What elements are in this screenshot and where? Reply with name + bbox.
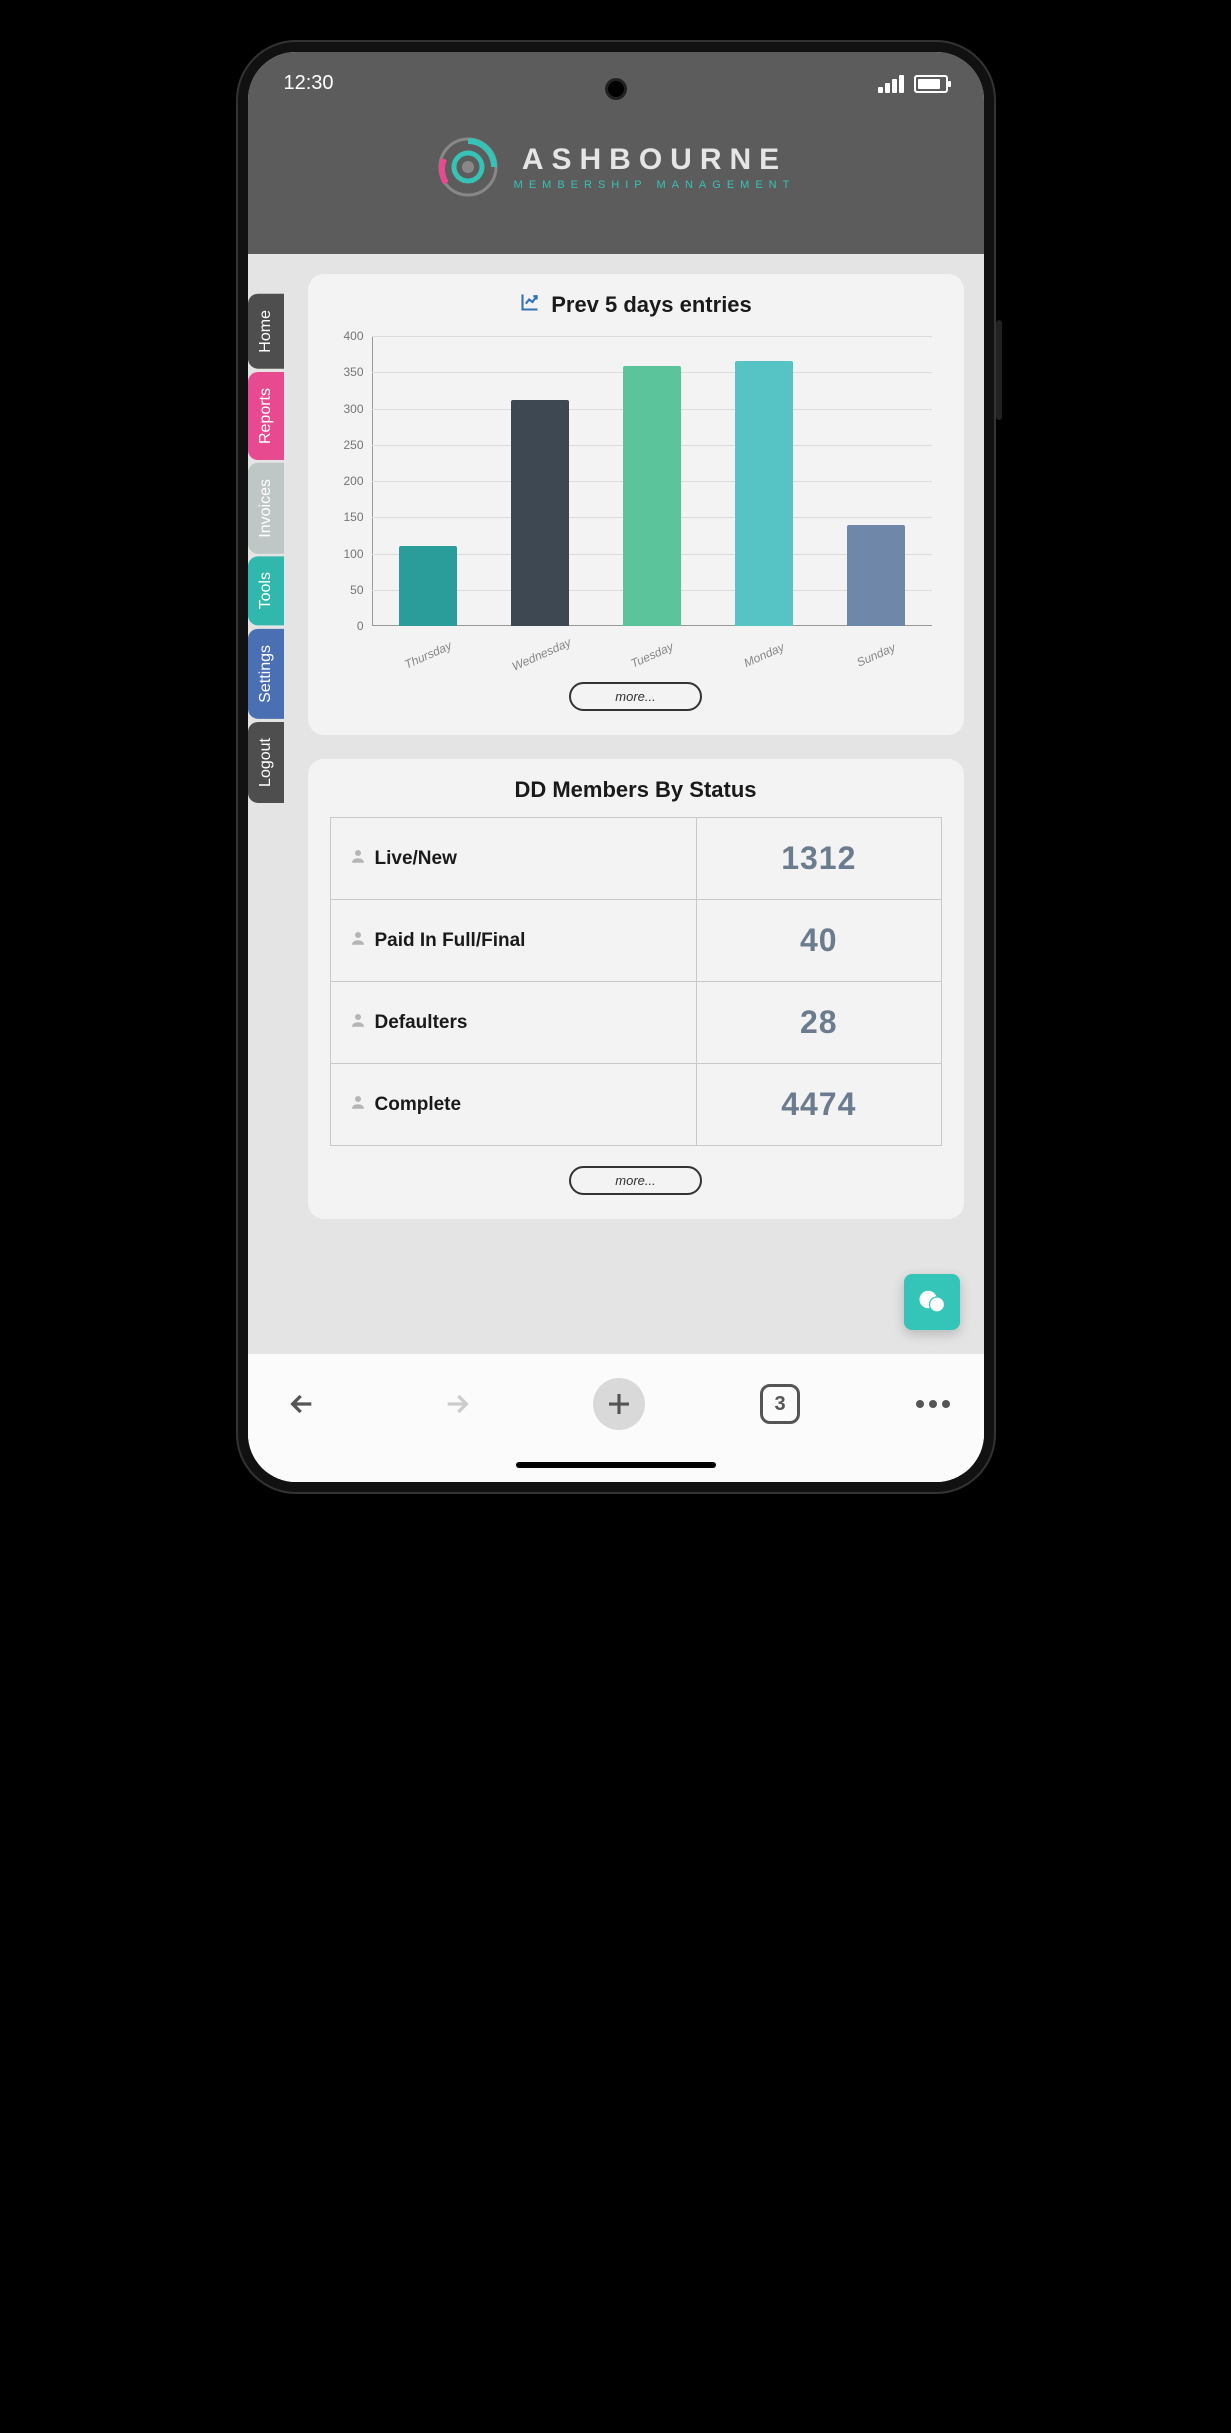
y-tick: 50 [350,583,363,597]
bar [735,361,793,626]
bar [399,546,457,626]
brand-name: ASHBOURNE [514,143,796,177]
signal-icon [878,75,904,93]
sidebar-item-settings[interactable]: Settings [248,629,284,719]
y-tick: 350 [343,365,363,379]
x-label: Wednesday [509,636,570,673]
table-row: Complete 4474 [330,1064,941,1146]
x-label: Sunday [845,636,906,673]
y-tick: 250 [343,438,363,452]
table-row: Live/New 1312 [330,818,941,900]
brand-tagline: MEMBERSHIP MANAGEMENT [514,179,796,191]
home-indicator [248,1448,984,1482]
y-tick: 300 [343,402,363,416]
status-label: Complete [375,1094,462,1116]
dd-status-table: Live/New1312Paid In Full/Final40Defaulte… [330,817,942,1146]
status-label: Live/New [375,848,457,870]
new-tab-button[interactable] [593,1378,645,1430]
sidebar-item-logout[interactable]: Logout [248,722,284,803]
app-header: ASHBOURNE MEMBERSHIP MANAGEMENT [248,105,984,254]
dd-members-card: DD Members By Status Live/New1312Paid In… [308,759,964,1219]
x-label: Monday [733,636,794,673]
content-area: Home Reports Invoices Tools Settings Log… [248,254,984,1354]
y-tick: 400 [343,329,363,343]
arrow-left-icon [286,1388,318,1420]
dd-more-button[interactable]: more... [569,1166,701,1195]
bar [847,525,905,627]
status-value: 4474 [697,1064,941,1146]
status-value: 1312 [697,818,941,900]
status-value: 28 [697,982,941,1064]
sidebar-item-reports[interactable]: Reports [248,372,284,460]
entries-card: Prev 5 days entries 0 50 100 150 200 250 300 35… [308,274,964,735]
person-icon [349,1093,367,1116]
person-icon [349,847,367,870]
back-button[interactable] [282,1384,322,1424]
sidebar-item-invoices[interactable]: Invoices [248,463,284,554]
y-tick: 100 [343,547,363,561]
bar [511,400,569,626]
status-label: Defaulters [375,1012,468,1034]
x-label: Tuesday [621,636,682,673]
x-label: Thursday [397,636,458,673]
menu-button[interactable] [916,1400,950,1408]
sidebar-item-home[interactable]: Home [248,294,284,369]
person-icon [349,1011,367,1034]
entries-chart: 050100150200250300350400 ThursdayWednesd… [330,332,942,662]
status-value: 40 [697,900,941,982]
arrow-right-icon [441,1388,473,1420]
brand-logo: ASHBOURNE MEMBERSHIP MANAGEMENT [436,135,796,199]
status-label: Paid In Full/Final [375,930,526,952]
y-tick: 200 [343,474,363,488]
plus-icon [604,1389,634,1419]
table-row: Defaulters 28 [330,982,941,1064]
tabs-button[interactable]: 3 [760,1384,800,1424]
browser-toolbar: 3 [248,1354,984,1448]
sidebar-item-tools[interactable]: Tools [248,556,284,625]
chat-button[interactable] [904,1274,960,1330]
front-camera [605,78,627,100]
bar [623,366,681,626]
entries-more-button[interactable]: more... [569,682,701,711]
person-icon [349,929,367,952]
entries-card-title: Prev 5 days entries [330,292,942,318]
y-tick: 0 [357,619,364,633]
phone-screen: 12:30 [248,52,984,1482]
dots-icon [916,1400,924,1408]
phone-device-frame: 12:30 [236,40,996,1494]
chart-line-icon [519,292,541,318]
tab-count: 3 [774,1393,785,1416]
dd-members-title: DD Members By Status [330,777,942,803]
logo-icon [436,135,500,199]
battery-icon [914,75,948,93]
y-tick: 150 [343,510,363,524]
phone-side-button [996,320,1002,420]
forward-button[interactable] [437,1384,477,1424]
chat-icon [917,1287,947,1317]
status-time: 12:30 [284,72,334,95]
side-tabs: Home Reports Invoices Tools Settings Log… [248,294,284,803]
table-row: Paid In Full/Final 40 [330,900,941,982]
